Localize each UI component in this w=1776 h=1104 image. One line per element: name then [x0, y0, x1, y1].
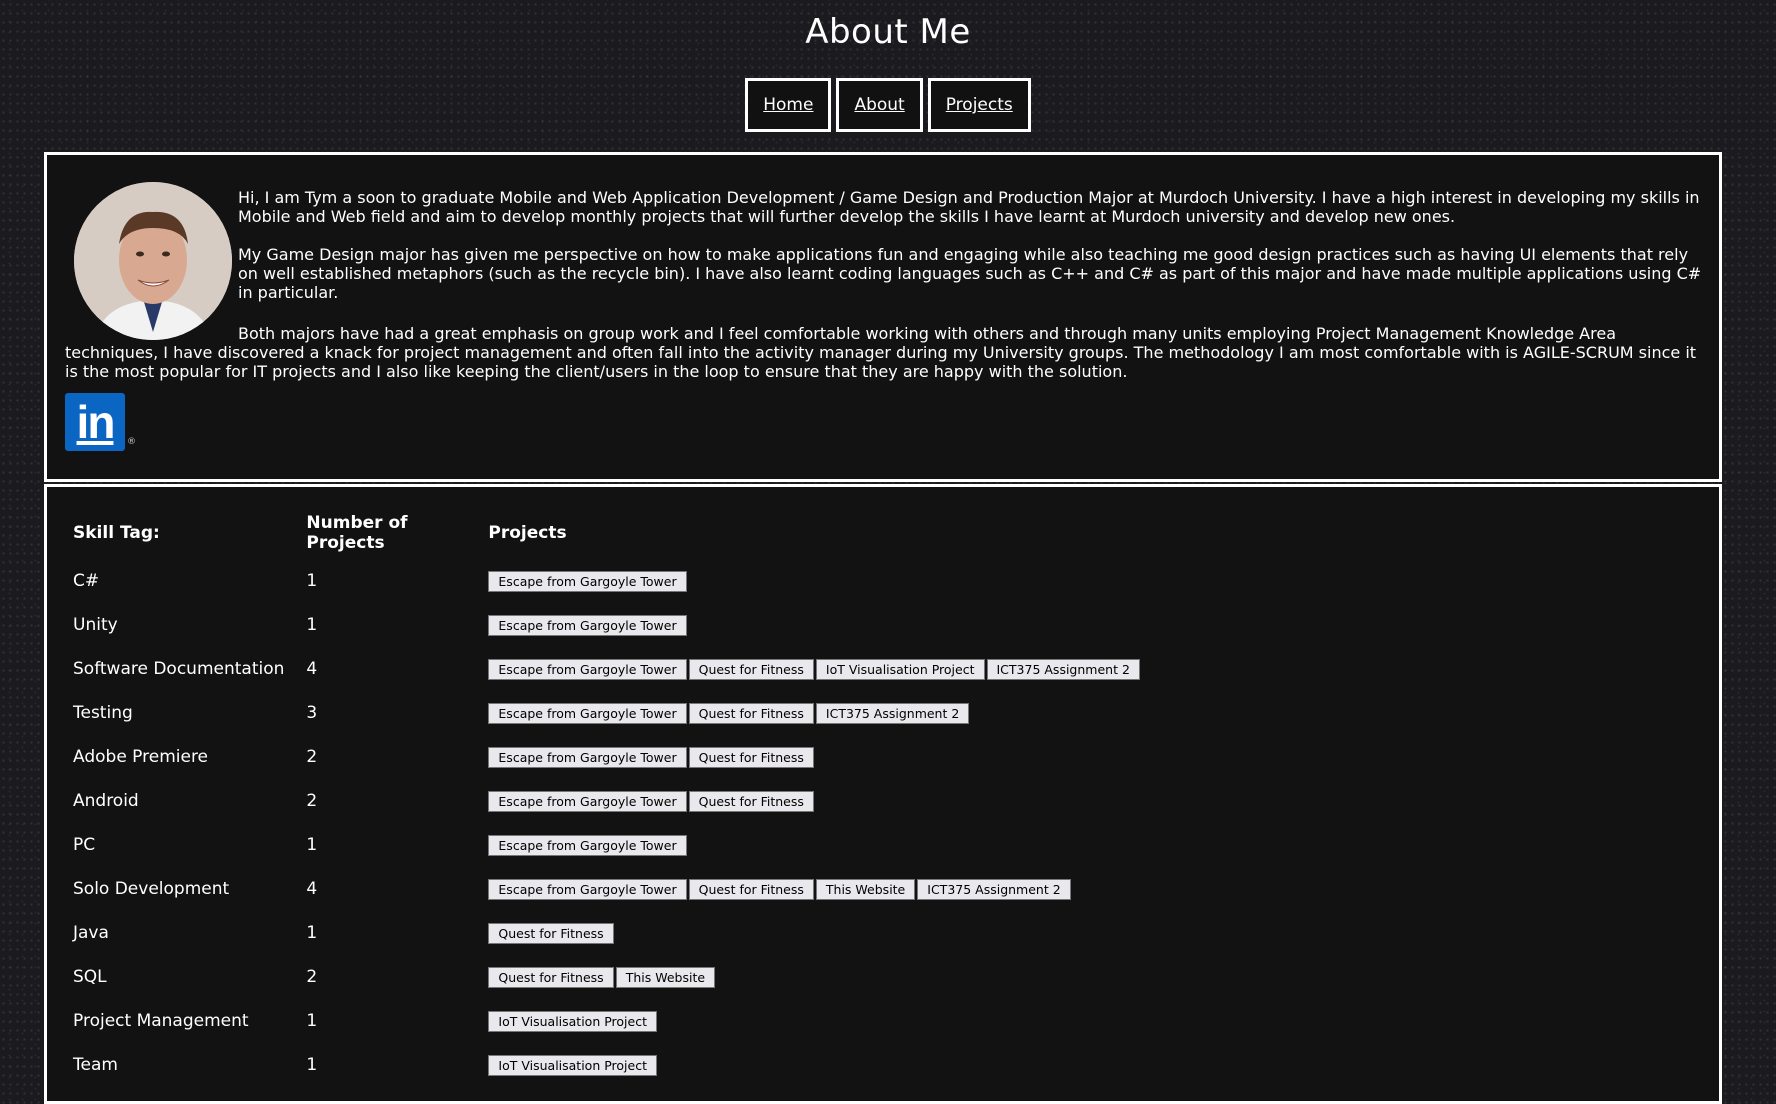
- about-text: Hi, I am Tym a soon to graduate Mobile a…: [238, 188, 1713, 321]
- projects-cell: Escape from Gargoyle Tower: [488, 603, 1164, 647]
- skill-tag-cell: Adobe Premiere: [73, 747, 209, 767]
- projects-cell: IoT Visualisation Project: [488, 999, 1164, 1043]
- profile-photo: [74, 182, 232, 340]
- skill-tag-cell: C#: [73, 571, 100, 591]
- project-tag-button[interactable]: Quest for Fitness: [488, 922, 614, 944]
- project-tag-button[interactable]: Quest for Fitness: [688, 878, 814, 900]
- skill-tag-cell: Testing: [73, 703, 133, 723]
- skill-tag-cell: Team: [73, 1055, 118, 1075]
- project-tag-button[interactable]: Escape from Gargoyle Tower: [488, 570, 687, 592]
- project-tag-button[interactable]: Quest for Fitness: [688, 746, 814, 768]
- project-tag-button[interactable]: IoT Visualisation Project: [488, 1054, 657, 1076]
- skill-tag-cell: Unity: [73, 615, 118, 635]
- project-tag-button[interactable]: Escape from Gargoyle Tower: [488, 878, 687, 900]
- project-count-cell: 2: [306, 747, 318, 767]
- project-count-cell: 4: [306, 659, 318, 679]
- skill-tag-cell: SQL: [73, 967, 107, 987]
- project-tag-button[interactable]: IoT Visualisation Project: [815, 658, 985, 680]
- projects-cell: Escape from Gargoyle Tower: [488, 559, 1164, 603]
- project-tag-button[interactable]: Escape from Gargoyle Tower: [488, 614, 687, 636]
- page-title: About Me: [805, 12, 971, 52]
- registered-mark: ®: [127, 437, 136, 447]
- projects-cell: Escape from Gargoyle Tower Quest for Fitn…: [488, 735, 1164, 779]
- nav-about-link[interactable]: About: [836, 78, 923, 132]
- table-row: Project Management 1 IoT Visualisation Pro…: [73, 999, 1164, 1043]
- skill-tag-cell: Android: [73, 791, 139, 811]
- nav-projects-link[interactable]: Projects: [927, 78, 1031, 132]
- about-paragraph-3-wrap: Both majors have had a great emphasis on…: [65, 324, 1713, 381]
- skills-table: Skill Tag: Number of Projects Projects C…: [73, 507, 1164, 1087]
- about-panel: Hi, I am Tym a soon to graduate Mobile a…: [44, 152, 1722, 482]
- skill-tag-cell: Solo Development: [73, 879, 230, 899]
- project-tag-button[interactable]: Escape from Gargoyle Tower: [488, 746, 687, 768]
- table-row: Unity 1 Escape from Gargoyle Tower: [73, 603, 1164, 647]
- project-tag-button[interactable]: Quest for Fitness: [488, 966, 614, 988]
- project-tag-button[interactable]: IoT Visualisation Project: [488, 1010, 657, 1032]
- project-tag-button[interactable]: ICT375 Assignment 2: [986, 658, 1140, 680]
- project-tag-button[interactable]: Escape from Gargoyle Tower: [488, 702, 687, 724]
- project-count-cell: 2: [306, 967, 318, 987]
- table-row: SQL 2 Quest for Fitness This Website: [73, 955, 1164, 999]
- table-header-row: Skill Tag: Number of Projects Projects: [73, 507, 1164, 559]
- skills-table-body: C# 1 Escape from Gargoyle Tower Unity 1 Escap…: [73, 559, 1164, 1087]
- project-tag-button[interactable]: ICT375 Assignment 2: [815, 702, 970, 724]
- table-row: Software Documentation 4 Escape from Gargo…: [73, 647, 1164, 691]
- skill-tag-cell: PC: [73, 835, 96, 855]
- projects-cell: Quest for Fitness: [488, 911, 1164, 955]
- projects-cell: Escape from Gargoyle Tower Quest for Fitn…: [488, 647, 1164, 691]
- table-row: Testing 3 Escape from Gargoyle Tower Quest …: [73, 691, 1164, 735]
- about-paragraph-3: Both majors have had a great emphasis on…: [65, 324, 1697, 381]
- project-count-cell: 1: [306, 615, 318, 635]
- header-skill-tag: Skill Tag:: [73, 523, 160, 543]
- projects-cell: Quest for Fitness This Website: [488, 955, 1164, 999]
- project-count-cell: 4: [306, 879, 318, 899]
- project-count-cell: 1: [306, 571, 318, 591]
- project-count-cell: 1: [306, 923, 318, 943]
- table-row: Solo Development 4 Escape from Gargoyle To…: [73, 867, 1164, 911]
- project-tag-button[interactable]: Quest for Fitness: [688, 702, 814, 724]
- project-tag-button[interactable]: Quest for Fitness: [688, 790, 814, 812]
- linkedin-icon[interactable]: in: [65, 393, 125, 451]
- skill-tag-cell: Java: [73, 923, 109, 943]
- project-count-cell: 3: [306, 703, 318, 723]
- about-paragraph-1: Hi, I am Tym a soon to graduate Mobile a…: [238, 188, 1700, 226]
- header-number-of-projects: Number of Projects: [306, 513, 408, 553]
- project-tag-button[interactable]: Escape from Gargoyle Tower: [488, 658, 687, 680]
- project-tag-button[interactable]: Quest for Fitness: [688, 658, 814, 680]
- skills-panel: Skill Tag: Number of Projects Projects C…: [44, 484, 1722, 1104]
- table-row: C# 1 Escape from Gargoyle Tower: [73, 559, 1164, 603]
- project-count-cell: 2: [306, 791, 318, 811]
- table-row: Java 1 Quest for Fitness: [73, 911, 1164, 955]
- about-paragraph-2: My Game Design major has given me perspe…: [238, 245, 1702, 302]
- skill-tag-cell: Project Management: [73, 1011, 249, 1031]
- project-tag-button[interactable]: This Website: [815, 878, 916, 900]
- project-count-cell: 1: [306, 1055, 318, 1075]
- table-row: Android 2 Escape from Gargoyle Tower Quest …: [73, 779, 1164, 823]
- project-tag-button[interactable]: This Website: [615, 966, 716, 988]
- skill-tag-cell: Software Documentation: [73, 659, 285, 679]
- projects-cell: Escape from Gargoyle Tower Quest for Fitn…: [488, 867, 1164, 911]
- project-count-cell: 1: [306, 1011, 318, 1031]
- nav-home-link[interactable]: Home: [745, 78, 832, 132]
- projects-cell: Escape from Gargoyle Tower: [488, 823, 1164, 867]
- projects-cell: Escape from Gargoyle Tower Quest for Fitn…: [488, 691, 1164, 735]
- projects-cell: Escape from Gargoyle Tower Quest for Fitn…: [488, 779, 1164, 823]
- project-tag-button[interactable]: ICT375 Assignment 2: [917, 878, 1071, 900]
- project-tag-button[interactable]: Escape from Gargoyle Tower: [488, 790, 687, 812]
- table-row: Adobe Premiere 2 Escape from Gargoyle Towe…: [73, 735, 1164, 779]
- main-nav: Home About Projects: [0, 78, 1776, 132]
- projects-cell: IoT Visualisation Project: [488, 1043, 1164, 1087]
- table-row: PC 1 Escape from Gargoyle Tower: [73, 823, 1164, 867]
- project-count-cell: 1: [306, 835, 318, 855]
- project-tag-button[interactable]: Escape from Gargoyle Tower: [488, 834, 687, 856]
- header-projects: Projects: [488, 523, 567, 543]
- table-row: Team 1 IoT Visualisation Project: [73, 1043, 1164, 1087]
